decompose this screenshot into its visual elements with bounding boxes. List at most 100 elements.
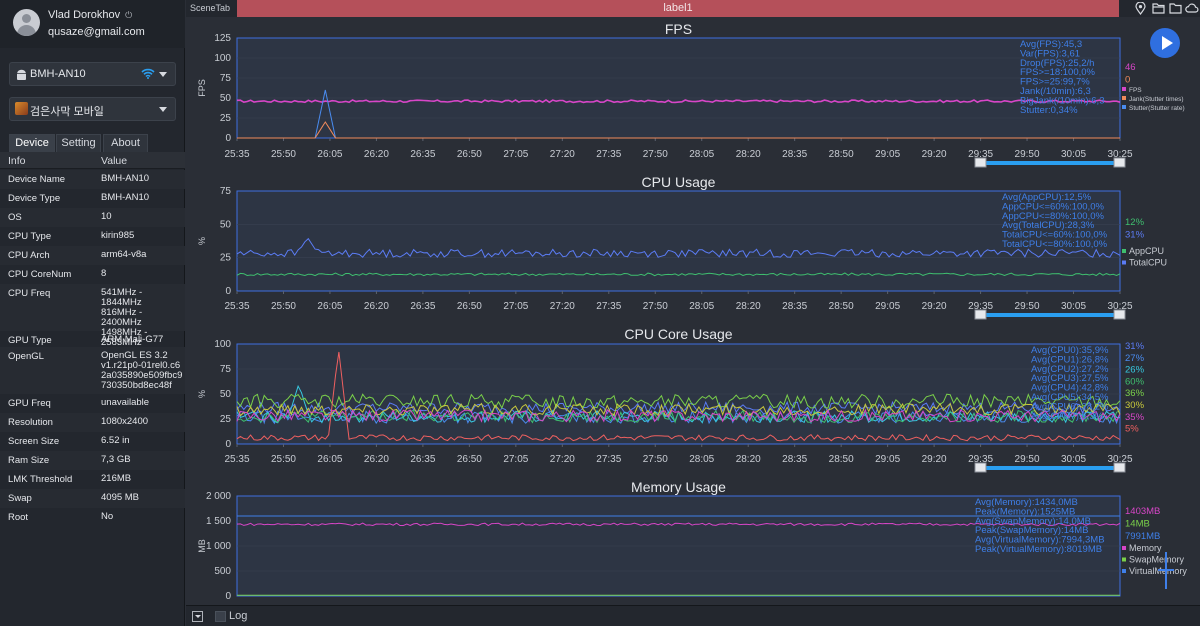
x-tick-label: 28:20 — [736, 301, 761, 312]
x-tick-label: 28:20 — [736, 149, 761, 160]
legend-swatch — [1122, 249, 1126, 253]
table-row: Root No — [0, 508, 185, 527]
x-tick-label: 25:35 — [224, 301, 249, 312]
info-key: Resolution — [8, 417, 53, 428]
chart-title: Memory Usage — [631, 479, 726, 495]
sidebar: Vlad Dorokhov ⏻ qusaze@gmail.com BMH-AN10… — [0, 0, 185, 626]
range-slider-track — [980, 161, 1125, 165]
x-tick-label: 29:20 — [922, 149, 947, 160]
y-tick-label: 100 — [214, 53, 231, 64]
info-value: 216MB — [101, 473, 132, 484]
x-tick-label: 29:50 — [1015, 454, 1040, 465]
device-select-value: BMH-AN10 — [30, 68, 86, 80]
x-tick-label: 27:35 — [596, 149, 621, 160]
current-value: 5% — [1125, 424, 1139, 435]
x-tick-label: 26:20 — [364, 301, 389, 312]
log-label: Log — [229, 610, 248, 622]
info-value: 7,3 GB — [101, 454, 131, 465]
current-value: 35% — [1125, 412, 1145, 423]
current-value: 14MB — [1125, 519, 1150, 530]
table-row: Resolution 1080x2400 — [0, 413, 185, 432]
tab-device[interactable]: Device — [9, 134, 55, 152]
plot-area — [236, 37, 1121, 139]
cloud-icon[interactable] — [1185, 2, 1199, 14]
info-key: CPU CoreNum — [8, 269, 72, 280]
x-tick-label: 25:50 — [271, 454, 296, 465]
y-tick-label: 0 — [225, 591, 231, 602]
x-tick-label: 27:35 — [596, 454, 621, 465]
current-value: 26% — [1125, 365, 1145, 376]
range-slider-left-handle — [974, 462, 987, 473]
info-key: CPU Freq — [8, 288, 51, 299]
y-tick-label: 50 — [220, 93, 232, 104]
info-value: No — [101, 511, 114, 522]
x-tick-label: 29:05 — [875, 454, 900, 465]
chart-title: CPU Core Usage — [624, 326, 732, 342]
x-tick-label: 28:35 — [782, 454, 807, 465]
play-button[interactable] — [1150, 28, 1180, 58]
legend-label: Jank(Stutter times) — [1129, 96, 1184, 103]
x-tick-label: 28:50 — [829, 149, 854, 160]
folder-icon[interactable] — [1152, 2, 1165, 14]
info-key: CPU Type — [8, 231, 52, 242]
y-tick-label: 125 — [214, 33, 231, 44]
range-slider-right-handle — [1113, 462, 1126, 473]
log-expand-button[interactable] — [192, 611, 203, 622]
location-pin-icon[interactable] — [1135, 2, 1146, 15]
legend-swatch — [1122, 105, 1126, 109]
x-tick-label: 29:05 — [875, 149, 900, 160]
y-tick-label: 50 — [220, 219, 232, 230]
info-key: OS — [8, 212, 22, 223]
user-email: qusaze@gmail.com — [48, 26, 145, 38]
tab-label1[interactable]: label1 — [237, 0, 1119, 17]
info-value: 10 — [101, 211, 112, 222]
x-tick-label: 28:50 — [829, 301, 854, 312]
x-tick-label: 26:05 — [317, 301, 342, 312]
app-select[interactable]: 검은사막 모바일 — [9, 97, 176, 121]
tab-setting[interactable]: Setting — [56, 134, 101, 152]
folder-outline-icon[interactable] — [1169, 2, 1182, 14]
current-value: 1403MB — [1125, 506, 1160, 517]
current-value: 46 — [1125, 62, 1136, 73]
table-row: Ram Size 7,3 GB — [0, 451, 185, 470]
device-select[interactable]: BMH-AN10 — [9, 62, 176, 86]
info-key: GPU Type — [8, 335, 52, 346]
x-tick-label: 25:50 — [271, 301, 296, 312]
info-value: 6.52 in — [101, 435, 130, 446]
range-slider-left-handle — [974, 309, 987, 320]
info-value: 1080x2400 — [101, 416, 149, 427]
table-row: Swap 4095 MB — [0, 489, 185, 508]
scene-tab[interactable]: SceneTab — [190, 3, 230, 13]
table-row: CPU Type kirin985 — [0, 227, 185, 246]
tab-about[interactable]: About — [103, 134, 148, 152]
x-tick-label: 27:05 — [503, 149, 528, 160]
info-key: Device Name — [8, 174, 66, 185]
y-tick-label: 50 — [220, 389, 232, 400]
table-row: GPU Type ARM Mali-G77 — [0, 331, 185, 347]
app-select-value: 검은사막 모바일 — [30, 106, 104, 118]
current-value: 12% — [1125, 217, 1145, 228]
current-value: 7991MB — [1125, 531, 1160, 542]
y-tick-label: 75 — [220, 73, 232, 84]
info-key: GPU Freq — [8, 398, 51, 409]
info-key: Screen Size — [8, 436, 60, 447]
info-value: ARM Mali-G77 — [101, 334, 164, 345]
table-row: GPU Freq unavailable — [0, 394, 185, 413]
current-value: 36% — [1125, 388, 1145, 399]
avatar-icon[interactable] — [13, 9, 40, 36]
info-key: Ram Size — [8, 455, 50, 466]
x-tick-label: 26:20 — [364, 454, 389, 465]
chart-3: Memory UsageMB05001 0001 5002 000Avg(Mem… — [197, 479, 1187, 602]
x-tick-label: 26:05 — [317, 149, 342, 160]
x-tick-label: 28:35 — [782, 149, 807, 160]
table-row: LMK Threshold 216MB — [0, 470, 185, 489]
x-tick-label: 26:35 — [410, 301, 435, 312]
info-key: Root — [8, 512, 29, 523]
current-value: 31% — [1125, 230, 1145, 241]
x-tick-label: 28:35 — [782, 301, 807, 312]
power-icon[interactable]: ⏻ — [125, 10, 132, 21]
android-icon — [17, 69, 26, 80]
info-value: OpenGL ES 3.2 v1.r21p0-01rel0.c6 2a03589… — [101, 350, 183, 391]
user-panel: Vlad Dorokhov ⏻ qusaze@gmail.com — [0, 0, 185, 48]
log-checkbox[interactable] — [215, 611, 226, 622]
